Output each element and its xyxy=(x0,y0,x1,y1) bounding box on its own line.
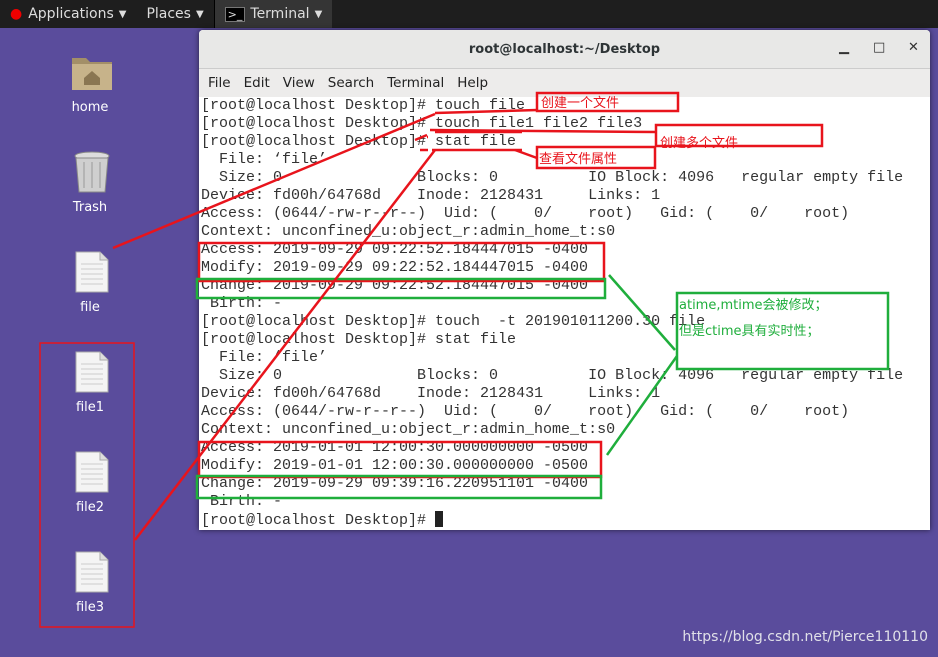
underline xyxy=(434,108,538,115)
annotation-view-attrs: 查看文件属性 xyxy=(539,152,618,167)
highlight-box xyxy=(195,474,603,500)
pointer-line xyxy=(134,149,436,541)
annotation-note-2: 但是ctime具有实时性； xyxy=(679,324,820,339)
pointer-line xyxy=(112,112,436,250)
annotation-create-many: 创建多个文件 xyxy=(660,136,739,151)
pointer-line xyxy=(514,148,538,160)
files-highlight-box xyxy=(39,342,135,628)
annotation-note-1: atime,mtime会被修改； xyxy=(679,298,828,313)
highlight-box xyxy=(197,241,606,283)
annotation-create-one: 创建一个文件 xyxy=(541,96,620,111)
pointer-line xyxy=(608,274,676,351)
highlight-box xyxy=(197,440,603,479)
pointer-line xyxy=(605,355,679,456)
watermark: https://blog.csdn.net/Pierce110110 xyxy=(682,629,928,645)
